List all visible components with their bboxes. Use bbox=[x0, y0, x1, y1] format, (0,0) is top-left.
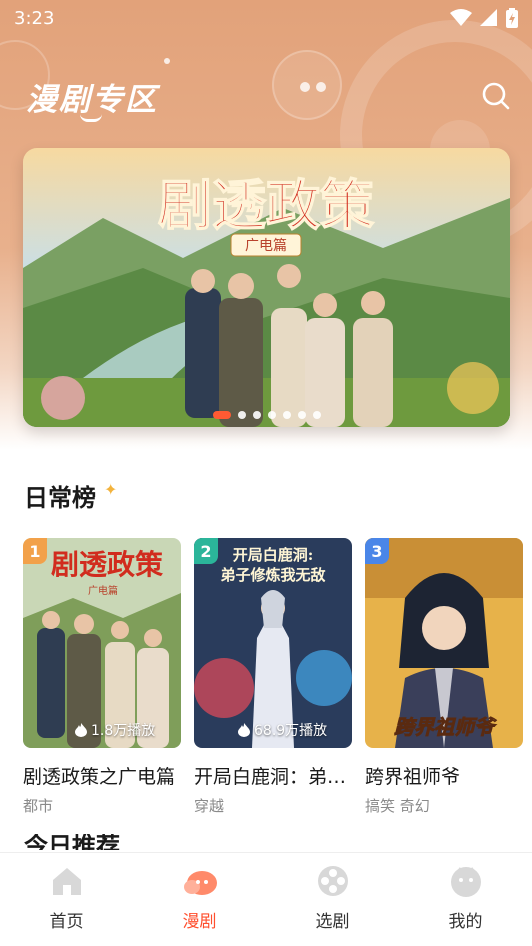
header: 漫剧专区 bbox=[0, 70, 532, 126]
cover-subtitle: 广电篇 bbox=[88, 584, 118, 597]
tab-label: 首页 bbox=[49, 912, 84, 932]
daily-rank-title: 日常榜 bbox=[24, 484, 96, 512]
play-count: 68.9万播放 bbox=[238, 720, 327, 740]
manju-mascot-icon bbox=[183, 871, 217, 895]
flame-icon bbox=[75, 723, 87, 737]
bottom-tab-bar: 首页 漫剧 选剧 我的 bbox=[0, 852, 532, 946]
banner-dot[interactable] bbox=[297, 411, 306, 419]
title-smile-decoration bbox=[80, 114, 102, 122]
cover-title: 剧透政策 bbox=[51, 548, 163, 581]
tab-label: 我的 bbox=[448, 912, 483, 932]
banner-dot[interactable] bbox=[252, 411, 261, 419]
card-tags: 穿越 bbox=[194, 797, 225, 815]
rank-card-1[interactable]: 剧透政策 广电篇 1 1.8万播放 剧透政策之广电篇 都市 bbox=[23, 538, 181, 816]
banner-dot[interactable] bbox=[282, 411, 291, 419]
rank-cover: 跨界祖师爷 3 bbox=[365, 538, 523, 748]
status-bar: 3:23 bbox=[0, 0, 532, 36]
profile-face-icon bbox=[450, 867, 481, 897]
tab-select[interactable]: 选剧 bbox=[266, 853, 399, 946]
banner-dot[interactable] bbox=[312, 411, 321, 419]
wifi-icon bbox=[450, 9, 472, 26]
card-tags: 搞笑 奇幻 bbox=[365, 797, 430, 815]
next-section-title: 今日推荐 bbox=[24, 834, 120, 850]
home-icon bbox=[52, 868, 81, 895]
card-title: 开局白鹿洞：弟子修炼我无敌 bbox=[194, 766, 352, 788]
cover-title: 开局白鹿洞: bbox=[233, 546, 314, 564]
rank-cover: 开局白鹿洞: 弟子修炼我无敌 2 68.9万播放 bbox=[194, 538, 352, 748]
rank-card-2[interactable]: 开局白鹿洞: 弟子修炼我无敌 2 68.9万播放 开局白鹿洞：弟子修炼我无敌 穿… bbox=[194, 538, 352, 816]
card-title: 跨界祖师爷 bbox=[365, 766, 461, 788]
rank-cover: 剧透政策 广电篇 1 1.8万播放 bbox=[23, 538, 181, 748]
rank-badge: 2 bbox=[194, 538, 218, 564]
banner-subtitle: 广电篇 bbox=[245, 238, 287, 254]
rank-card-3[interactable]: 跨界祖师爷 3 跨界祖师爷 搞笑 奇幻 bbox=[365, 538, 523, 816]
sparkle-icon: ✦ bbox=[104, 480, 118, 499]
tab-label: 漫剧 bbox=[182, 912, 217, 932]
banner-pagination bbox=[23, 411, 510, 419]
banner-title: 剧透政策 bbox=[158, 173, 374, 237]
tab-home[interactable]: 首页 bbox=[0, 853, 133, 946]
banner-dot[interactable] bbox=[237, 411, 246, 419]
card-tags: 都市 bbox=[23, 797, 54, 815]
tab-label: 选剧 bbox=[315, 912, 350, 932]
hero-banner[interactable]: 剧透政策 广电篇 bbox=[23, 148, 510, 427]
flame-icon bbox=[238, 723, 250, 737]
play-count: 1.8万播放 bbox=[75, 720, 155, 740]
banner-dot[interactable] bbox=[267, 411, 276, 419]
battery-icon bbox=[506, 8, 518, 28]
cover-subtitle: 弟子修炼我无敌 bbox=[220, 566, 325, 584]
banner-image: 剧透政策 广电篇 bbox=[23, 148, 510, 427]
rank-badge: 1 bbox=[23, 538, 47, 564]
daily-rank-list: 剧透政策 广电篇 1 1.8万播放 剧透政策之广电篇 都市 开局白鹿洞: 弟子修… bbox=[23, 538, 532, 818]
banner-dot[interactable] bbox=[212, 411, 231, 419]
card-title: 剧透政策之广电篇 bbox=[23, 766, 176, 788]
search-icon[interactable] bbox=[478, 78, 514, 114]
tab-profile[interactable]: 我的 bbox=[399, 853, 532, 946]
tab-manju[interactable]: 漫剧 bbox=[133, 853, 266, 946]
cell-signal-icon bbox=[480, 9, 497, 26]
status-time: 3:23 bbox=[14, 7, 55, 29]
cover-title: 跨界祖师爷 bbox=[394, 715, 497, 739]
film-reel-icon bbox=[317, 866, 348, 896]
rank-badge: 3 bbox=[365, 538, 389, 564]
page-title: 漫剧专区 bbox=[26, 82, 158, 118]
